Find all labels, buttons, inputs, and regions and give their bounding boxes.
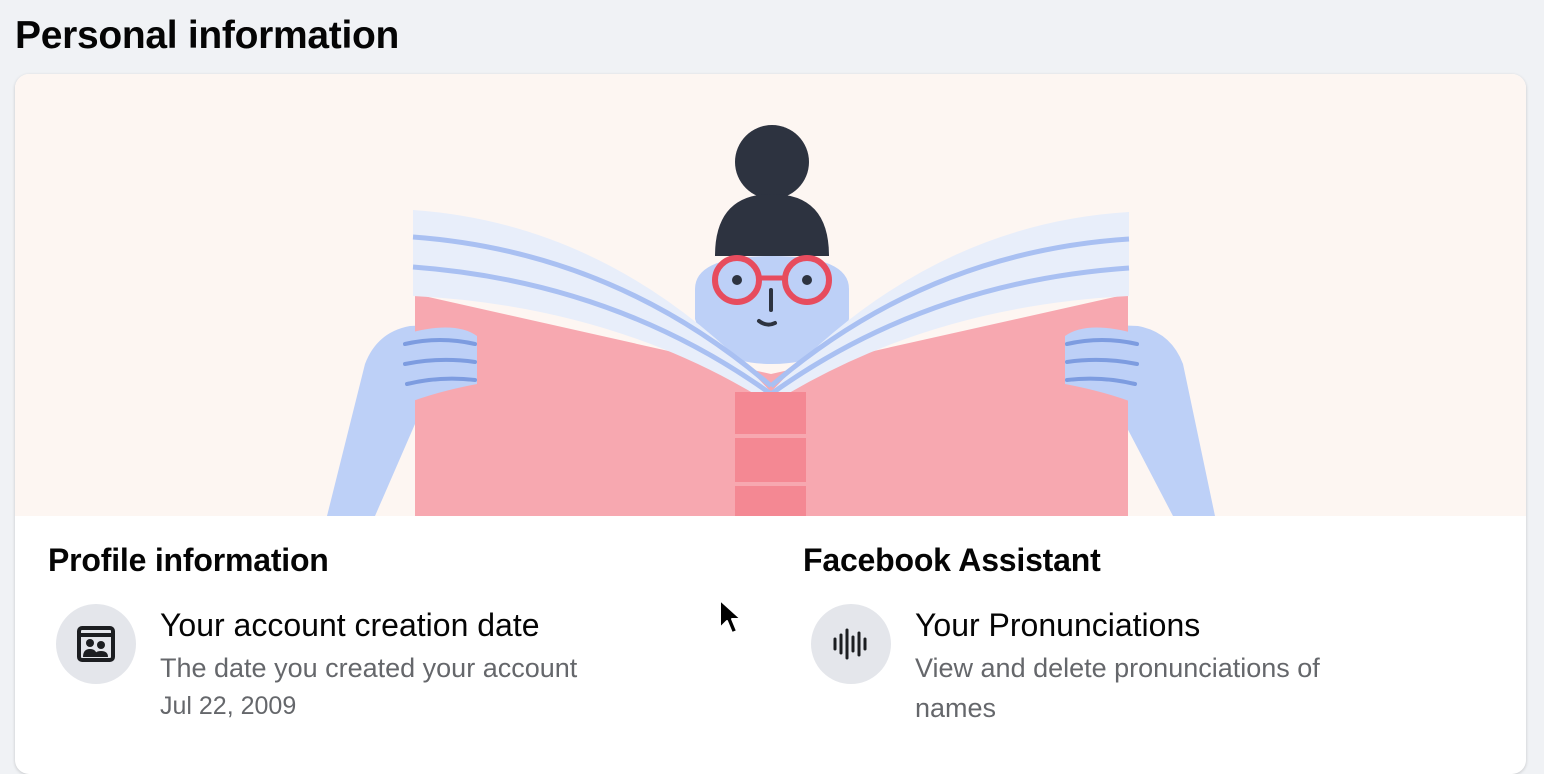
audio-waveform-icon <box>811 604 891 684</box>
personal-information-card: Profile information Your account creatio… <box>15 74 1526 774</box>
item-title: Your account creation date <box>160 607 540 643</box>
profile-information-section: Profile information Your account creatio… <box>48 542 577 720</box>
hero-illustration <box>15 74 1526 516</box>
facebook-assistant-section: Facebook Assistant Your Pronunciations V <box>803 542 1320 723</box>
profile-card-icon <box>56 604 136 684</box>
item-description: View and delete pronunciations of names <box>915 653 1320 723</box>
mouse-cursor-icon <box>719 599 742 634</box>
account-creation-date: Jul 22, 2009 <box>160 692 297 720</box>
section-heading: Profile information <box>48 542 329 578</box>
item-description: The date you created your account <box>160 653 578 683</box>
section-heading: Facebook Assistant <box>803 542 1101 578</box>
page-title: Personal information <box>15 14 400 57</box>
reading-person-illustration <box>327 125 1215 516</box>
item-title: Your Pronunciations <box>915 607 1201 643</box>
